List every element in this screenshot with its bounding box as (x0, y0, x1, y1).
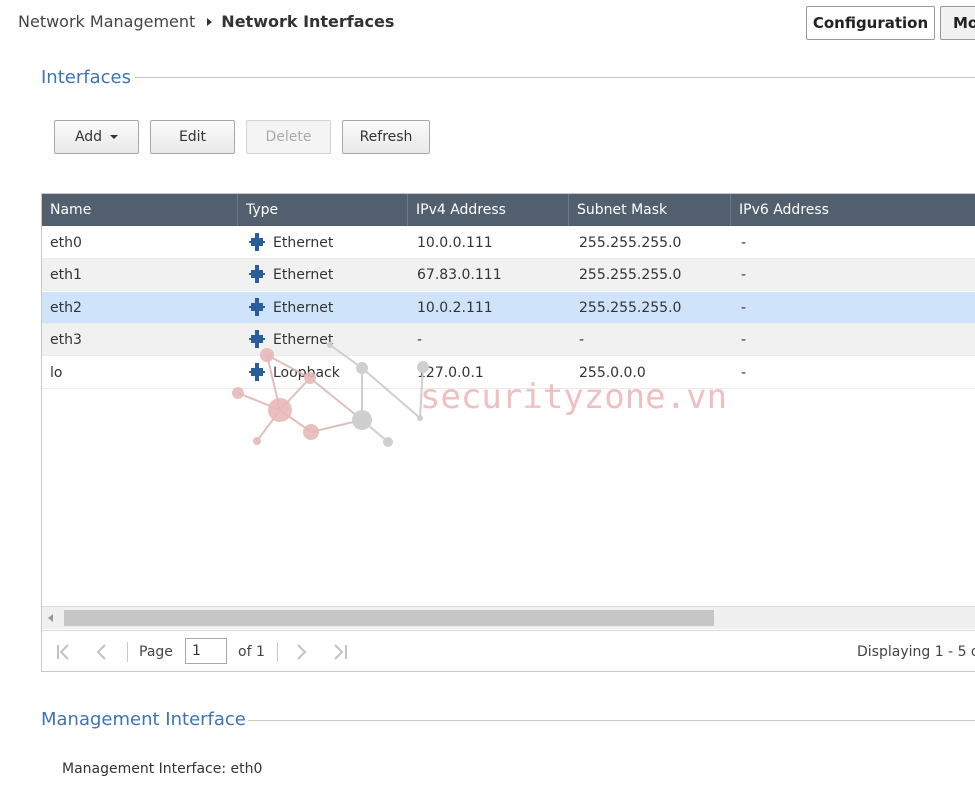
horizontal-scrollbar[interactable] (42, 606, 975, 629)
securityzone-watermark-logo: securityzone.vn (232, 342, 727, 447)
refresh-button[interactable]: Refresh (342, 120, 430, 154)
edit-button[interactable]: Edit (150, 120, 235, 154)
page-count-label: of 1 (238, 644, 265, 660)
cell-name: eth1 (50, 267, 82, 283)
column-header-ipv6[interactable]: IPv6 Address (731, 194, 975, 226)
breadcrumb: Network Management Network Interfaces (18, 12, 394, 31)
cell-type-label: Ethernet (273, 300, 334, 316)
cell-ipv4: 67.83.0.111 (417, 267, 502, 283)
add-button-label: Add (74, 129, 103, 145)
table-row-selected[interactable]: eth2 Ethernet 10.0.2.111 255.255.255.0 - (42, 292, 975, 324)
cell-name: lo (50, 365, 63, 381)
next-page-icon[interactable] (291, 640, 311, 664)
add-button[interactable]: Add (54, 120, 139, 154)
watermark-text: securityzone.vn (420, 377, 727, 417)
column-header-type[interactable]: Type (238, 194, 408, 226)
cell-type: Ethernet (241, 292, 333, 324)
network-port-icon (249, 297, 265, 316)
monitor-button[interactable]: Mo (940, 6, 975, 40)
grid-header: Name Type IPv4 Address Subnet Mask IPv6 … (42, 194, 975, 226)
page-number-input[interactable] (185, 638, 227, 664)
cell-name: eth3 (50, 332, 82, 348)
cell-name: eth0 (50, 235, 82, 251)
cell-ipv6: - (741, 235, 747, 251)
network-port-icon (249, 264, 265, 283)
management-interface-text: Management Interface: eth0 (62, 761, 263, 777)
cell-ipv6: - (741, 267, 747, 283)
configuration-button[interactable]: Configuration (806, 6, 935, 40)
chevron-down-icon (110, 135, 119, 139)
cell-subnet-mask: 255.255.255.0 (579, 267, 682, 283)
first-page-icon[interactable] (54, 640, 74, 664)
cell-subnet-mask: 255.255.255.0 (579, 235, 682, 251)
column-header-subnet-mask[interactable]: Subnet Mask (569, 194, 731, 226)
previous-page-icon[interactable] (92, 640, 112, 664)
column-header-name[interactable]: Name (42, 194, 238, 226)
table-row[interactable]: eth1 Ethernet 67.83.0.111 255.255.255.0 … (42, 259, 975, 291)
interfaces-section-divider (135, 77, 975, 78)
cell-type-label: Ethernet (273, 267, 334, 283)
cell-subnet-mask: 255.255.255.0 (579, 300, 682, 316)
management-section-divider (248, 720, 975, 721)
cell-type: Ethernet (241, 227, 333, 259)
page-label: Page (139, 644, 173, 660)
interfaces-section-title: Interfaces (41, 67, 131, 88)
scroll-left-icon[interactable] (48, 614, 53, 622)
breadcrumb-current: Network Interfaces (221, 12, 395, 31)
network-port-icon (249, 232, 265, 251)
cell-ipv4: 10.0.0.111 (417, 235, 493, 251)
scrollbar-thumb[interactable] (64, 610, 714, 626)
cell-ipv4: 10.0.2.111 (417, 300, 493, 316)
pagination-bar: Page of 1 Displaying 1 - 5 o (42, 630, 975, 671)
management-section-title: Management Interface (41, 709, 246, 730)
last-page-icon[interactable] (330, 640, 350, 664)
cell-type-label: Ethernet (273, 235, 334, 251)
pager-separator (127, 642, 128, 662)
cell-type: Ethernet (241, 259, 333, 291)
displaying-status: Displaying 1 - 5 o (857, 644, 975, 660)
cell-ipv6: - (741, 300, 747, 316)
column-header-ipv4[interactable]: IPv4 Address (408, 194, 569, 226)
breadcrumb-arrow-icon (207, 17, 213, 26)
cell-name: eth2 (50, 300, 82, 316)
pager-separator (277, 642, 278, 662)
table-row[interactable]: eth0 Ethernet 10.0.0.111 255.255.255.0 - (42, 227, 975, 259)
delete-button[interactable]: Delete (246, 120, 331, 154)
breadcrumb-parent[interactable]: Network Management (18, 12, 195, 31)
